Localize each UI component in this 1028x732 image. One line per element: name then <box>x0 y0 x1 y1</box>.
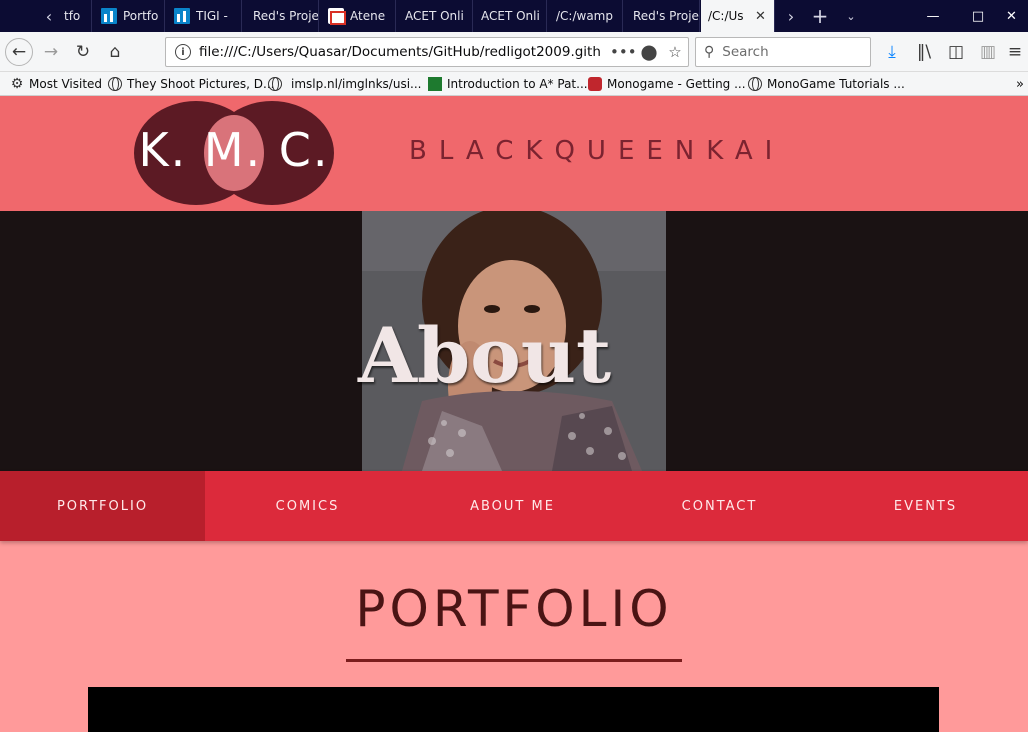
bookmark-monogame-getting[interactable]: Monogame - Getting ... <box>588 75 746 93</box>
bookmark-imslp[interactable]: imslp.nl/imglnks/usi... <box>268 75 421 93</box>
search-input[interactable]: ⚲ Search <box>695 37 871 67</box>
bookmark-monogame-tutorials[interactable]: MonoGame Tutorials ... <box>748 75 905 93</box>
close-tab-icon[interactable]: ✕ <box>755 9 766 24</box>
search-placeholder: Search <box>722 44 769 60</box>
astar-icon <box>428 77 442 91</box>
logo-text: K. M. C. <box>138 123 330 177</box>
close-window-icon[interactable]: ✕ <box>995 0 1028 32</box>
globe-icon <box>108 77 122 91</box>
bookmarks-overflow-icon[interactable]: » <box>1016 75 1024 93</box>
bookmark-label: They Shoot Pictures, D... <box>127 77 275 91</box>
nav-portfolio[interactable]: PORTFOLIO <box>0 471 205 541</box>
home-icon[interactable]: ⌂ <box>101 38 129 66</box>
tab-active[interactable]: /C:/Us ✕ <box>701 0 775 32</box>
tab-label: tfo <box>64 9 81 23</box>
tab-7[interactable]: ACET Onli <box>474 0 547 32</box>
hero-banner: About <box>0 211 1028 471</box>
tab-8[interactable]: /C:/wamp <box>548 0 623 32</box>
nav-comics[interactable]: COMICS <box>205 471 410 541</box>
title-divider <box>346 659 682 662</box>
bookmark-label: Introduction to A* Pat... <box>447 77 588 91</box>
reload-icon[interactable]: ↻ <box>69 38 97 66</box>
portfolio-media[interactable] <box>88 687 939 732</box>
more-actions-icon[interactable]: ••• <box>610 43 637 61</box>
tab-5[interactable]: Atene <box>320 0 396 32</box>
tab-3[interactable]: TIGI - <box>166 0 242 32</box>
pocket-icon[interactable]: ⬤ <box>636 43 662 61</box>
bookmark-label: MonoGame Tutorials ... <box>767 77 905 91</box>
site-logo[interactable]: K. M. C. <box>134 101 334 205</box>
tab-4[interactable]: Red's Proje <box>243 0 319 32</box>
bookmark-they-shoot-pictures[interactable]: They Shoot Pictures, D... <box>108 75 275 93</box>
tab-label: Portfo <box>123 9 159 23</box>
tab-label: Red's Proje <box>253 9 318 23</box>
tab-label: TIGI - <box>196 9 228 23</box>
tab-9[interactable]: Red's Proje <box>624 0 700 32</box>
tab-label: Atene <box>350 9 386 23</box>
browser-nav-bar: ← → ↻ ⌂ i file:///C:/Users/Quasar/Docume… <box>0 32 1028 72</box>
tab-label: /C:/wamp <box>556 9 613 23</box>
tab-label: Red's Proje <box>633 9 699 23</box>
gear-icon: ⚙ <box>10 76 24 92</box>
tab-1[interactable]: tfo <box>58 0 92 32</box>
gmail-icon <box>328 8 346 25</box>
nav-events[interactable]: EVENTS <box>823 471 1028 541</box>
section-title: PORTFOLIO <box>355 580 673 638</box>
bookmark-label: Most Visited <box>29 77 103 91</box>
chart-icon <box>101 8 117 24</box>
browser-tab-bar: ‹ tfo Portfo TIGI - Red's Proje Atene AC… <box>0 0 1028 32</box>
url-bar[interactable]: i file:///C:/Users/Quasar/Documents/GitH… <box>165 37 689 67</box>
site-nav: PORTFOLIO COMICS ABOUT ME CONTACT EVENTS <box>0 471 1028 541</box>
tab-2[interactable]: Portfo <box>93 0 165 32</box>
bookmarks-toolbar: ⚙ Most Visited They Shoot Pictures, D...… <box>0 72 1028 96</box>
bookmark-most-visited[interactable]: ⚙ Most Visited <box>10 75 102 93</box>
bookmark-star-icon[interactable]: ☆ <box>662 43 688 61</box>
bookmark-label: Monogame - Getting ... <box>607 77 746 91</box>
hero-title: About <box>358 311 612 400</box>
new-tab-icon[interactable]: + <box>807 0 833 32</box>
nav-contact[interactable]: CONTACT <box>617 471 822 541</box>
reader-view-icon[interactable]: ▥ <box>974 38 1002 66</box>
menu-icon[interactable]: ≡ <box>1004 38 1026 66</box>
nav-label: COMICS <box>275 498 340 514</box>
library-icon[interactable]: ‖\ <box>910 38 938 66</box>
site-header: K. M. C. BLACKQUEENKAI <box>0 96 1028 211</box>
chart-icon <box>174 8 190 24</box>
globe-icon <box>748 77 762 91</box>
globe-icon <box>268 77 282 91</box>
site-name: BLACKQUEENKAI <box>409 136 785 166</box>
bookmark-astar[interactable]: Introduction to A* Pat... <box>428 75 588 93</box>
nav-label: EVENTS <box>893 498 958 514</box>
back-arrow-icon[interactable]: ← <box>5 38 33 66</box>
download-icon[interactable]: ⤓ <box>878 38 906 66</box>
forward-arrow-icon[interactable]: → <box>37 38 65 66</box>
info-icon[interactable]: i <box>175 44 191 60</box>
nav-label: PORTFOLIO <box>56 498 149 514</box>
tab-label: ACET Onli <box>481 9 540 23</box>
bookmark-label: imslp.nl/imglnks/usi... <box>291 77 422 91</box>
sidebar-icon[interactable]: ◫ <box>942 38 970 66</box>
nav-label: CONTACT <box>681 498 758 514</box>
search-icon: ⚲ <box>704 44 715 60</box>
list-tabs-icon[interactable]: ⌄ <box>838 0 864 32</box>
tab-6[interactable]: ACET Onli <box>397 0 473 32</box>
tab-label: /C:/Us <box>708 9 744 23</box>
nav-label: ABOUT ME <box>470 498 555 514</box>
monogame-icon <box>588 77 602 91</box>
minimize-icon[interactable]: — <box>910 0 956 32</box>
scroll-tabs-right-icon[interactable]: › <box>778 0 804 32</box>
tab-label: ACET Onli <box>405 9 464 23</box>
url-text[interactable]: file:///C:/Users/Quasar/Documents/GitHub… <box>199 44 610 60</box>
nav-about-me[interactable]: ABOUT ME <box>410 471 615 541</box>
